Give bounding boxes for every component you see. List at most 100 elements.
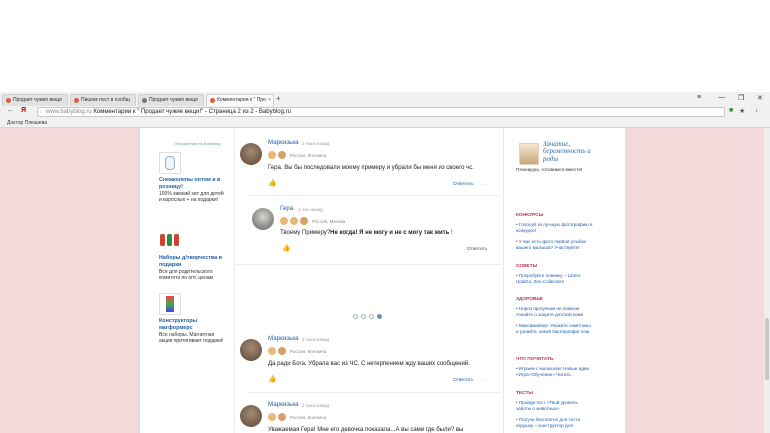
address-bar: ← Я ◦ www.babyblog.ru Комментарии к " Пр… [0, 106, 770, 118]
comment-text: Уважаемая Гера! Мне его девочка показала… [268, 427, 464, 433]
comment-text-end: ! [449, 230, 453, 236]
babyblog-favicon-icon [6, 98, 11, 103]
nesting-doll-icon [160, 234, 165, 246]
url-domain: www.babyblog.ru [46, 109, 92, 115]
badge-icon [268, 151, 276, 159]
tab-2[interactable]: Пишем пост в сообщ [70, 94, 136, 106]
badge-icon [268, 347, 276, 355]
user-location: Россия, Коломна [290, 348, 327, 354]
sidebar-link[interactable]: • Играем с малышом: Новые идеи «Игра+Обу… [516, 366, 594, 377]
close-tab-icon[interactable]: × [268, 95, 271, 106]
page-dot[interactable] [369, 314, 374, 319]
sidebar-link[interactable]: • Максимайзер: Укажите симптомы и узнайт… [516, 323, 594, 334]
ad-title[interactable]: Конструкторы магформерс [159, 318, 227, 331]
download-icon[interactable]: ↓ [755, 107, 759, 114]
comment-author[interactable]: Маркизька [268, 139, 299, 146]
badge-icon [290, 217, 298, 225]
tab-4-active[interactable]: Комментарии к " Про × [206, 94, 274, 106]
tab-3[interactable]: Продает чужие вещи [138, 94, 204, 106]
promo-title[interactable]: Зачатие, беременность и роды [543, 140, 599, 163]
comment-time: 2 часа назад [302, 337, 330, 342]
tab-1[interactable]: Продает чужие вещи [2, 94, 68, 106]
comment-author[interactable]: Маркизька [268, 335, 299, 342]
sidebar-link[interactable]: • Получи бесплатно для теста игрушку – к… [516, 417, 594, 428]
site-info-icon: ◦ [40, 110, 43, 116]
extension-icon[interactable]: ■ [729, 107, 733, 114]
like-icon[interactable]: 👍 [268, 375, 277, 383]
sidebar-link[interactable]: • Пройди тест «Твой уровень заботы о жив… [516, 400, 594, 411]
reply-link[interactable]: Ответить [467, 247, 488, 252]
bookmark-star-icon[interactable]: ★ [739, 107, 745, 115]
comment-text: Гера. Вы бы последовали моему примеру и … [268, 165, 474, 171]
restore-button[interactable]: ❐ [738, 94, 744, 102]
new-tab-button[interactable]: + [276, 94, 281, 103]
close-window-button[interactable]: ✕ [757, 94, 763, 102]
badge-icon [278, 151, 286, 159]
back-arrow-icon[interactable]: ← [7, 107, 14, 114]
scrollbar-thumb[interactable] [765, 318, 769, 380]
badge-icon [300, 217, 308, 225]
reply-link[interactable]: Ответить [453, 182, 474, 187]
ad-magformers[interactable]: Конструкторы магформерс Все наборы. Магн… [159, 293, 227, 344]
reply-link[interactable]: Ответить [453, 378, 474, 383]
user-badges: Россия, Москва [280, 217, 345, 225]
divider [248, 195, 500, 196]
url-field[interactable]: ◦ www.babyblog.ru Комментарии к " Продае… [37, 107, 725, 117]
ad-desc: 100% зимний хит для детей и взрослых + н… [159, 191, 224, 204]
divider [248, 392, 500, 393]
avatar[interactable] [240, 405, 262, 427]
bookmarks-bar: Доктор Плюшева [0, 118, 770, 128]
comment-author[interactable]: Маркизька [268, 401, 299, 408]
user-location: Россия, Коломна [290, 414, 327, 420]
ad-desc: Все для родительского комитета по опт. ц… [159, 269, 213, 282]
ad-desc: Все наборы. Магнитная акция притягивает … [159, 332, 224, 345]
bookmark-doktor-plyusheva[interactable]: Доктор Плюшева [7, 120, 47, 126]
blank-area [0, 0, 770, 92]
section-heading-advice: СОВЕТЫ [516, 264, 538, 269]
comment-text-plain: Твоему Примеру? [280, 230, 331, 236]
sidebar-link[interactable]: • Нороз прогулкам не помеха! Узнайте о з… [516, 306, 594, 317]
scrollbar-track[interactable] [764, 128, 770, 433]
snowball-tool-icon [165, 156, 175, 170]
promo-image[interactable] [519, 143, 539, 165]
tab-label: Продает чужие вещи [149, 97, 198, 103]
page-dot-active[interactable] [377, 314, 382, 319]
user-location: Россия, Коломна [290, 152, 327, 158]
page-dot[interactable] [361, 314, 366, 319]
page-dot[interactable] [353, 314, 358, 319]
avatar[interactable] [252, 208, 274, 230]
comment-text: Твоему Примеру?Не когда! Я не могу и не … [280, 230, 453, 236]
divider [236, 264, 502, 265]
comment-author[interactable]: Гера [280, 205, 293, 212]
ad-craft-sets[interactable]: Наборы д/творчества и подарки Все для ро… [159, 232, 227, 281]
babyblog-favicon-icon [210, 98, 215, 103]
like-icon[interactable]: 👍 [268, 179, 277, 187]
sidebar-link[interactable]: • Голосуй за лучшую фотографию в конкурс… [516, 222, 594, 233]
promo-subtitle: Планирую, готовимся вместе! [516, 168, 583, 173]
ad-snowball[interactable]: Снежколепы оптом и в розницу! 100% зимни… [159, 152, 227, 203]
sidebar-link[interactable]: • Попробуйте новинку – Libero Up&Go, Zoo… [516, 273, 594, 284]
more-icon[interactable]: … [482, 181, 487, 187]
tab-label: Пишем пост в сообщ [81, 97, 130, 103]
section-heading-contests: КОНКУРСЫ [516, 213, 544, 218]
column-divider [234, 128, 235, 433]
avatar[interactable] [240, 143, 262, 165]
nesting-doll-icon [167, 234, 172, 246]
minimize-button[interactable]: — [718, 94, 725, 101]
user-badges: Россия, Коломна [268, 151, 326, 159]
comment-time: 2 часа назад [302, 403, 330, 408]
ad-label[interactable]: Объявления на Babyblog [174, 141, 220, 146]
ad-title[interactable]: Снежколепы оптом и в розницу! [159, 177, 227, 190]
comment-time: 2 часа назад [302, 141, 330, 146]
more-icon[interactable]: … [482, 377, 487, 383]
comment-text: Да ради Бога. Убрала вас из ЧС. С нетерп… [268, 361, 470, 367]
ad-image [159, 293, 181, 315]
browser-chrome: Продает чужие вещи Пишем пост в сообщ Пр… [0, 92, 770, 128]
sidebar-link[interactable]: • У вас есть фото первой улыбки вашего м… [516, 239, 594, 250]
avatar[interactable] [240, 339, 262, 361]
ad-title[interactable]: Наборы д/творчества и подарки [159, 255, 227, 268]
ad-image [159, 232, 181, 252]
yandex-icon[interactable]: Я [21, 107, 26, 114]
menu-icon[interactable]: ≡ [697, 94, 701, 101]
like-icon[interactable]: 👍 [282, 244, 291, 252]
